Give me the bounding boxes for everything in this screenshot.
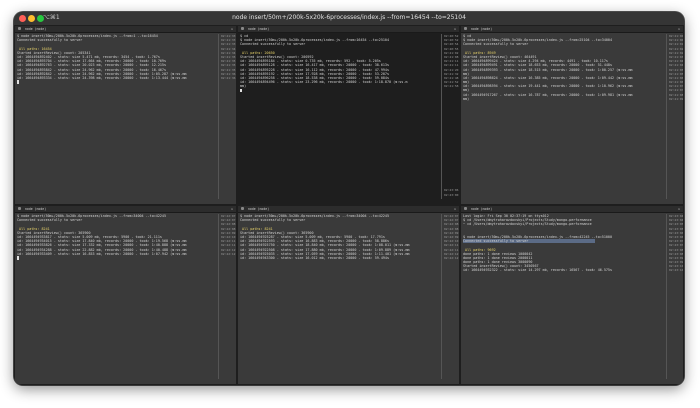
- close-pane-icon[interactable]: ✕: [231, 26, 233, 32]
- timestamp: 02:41:36: [221, 75, 236, 80]
- terminal-pane-top-right[interactable]: node (node) ✕ $ cd $ node insert/50m+/20…: [460, 25, 684, 205]
- timestamp: 02:42:12: [221, 251, 236, 256]
- timestamp: 02:43:07: [669, 243, 684, 248]
- timestamp: 02:42:08: [221, 222, 236, 227]
- output-line: id: 1664494925750 - stats: size 18.840 m…: [240, 243, 410, 248]
- close-pane-icon[interactable]: ✕: [454, 206, 456, 212]
- output-line: mm): [463, 96, 470, 101]
- tab-indicator-icon: [241, 207, 244, 210]
- terminal-output: Last login: Fri Sep 30 02:37:19 on ttys0…: [463, 214, 661, 384]
- close-pane-icon[interactable]: ✕: [678, 26, 680, 32]
- terminal-pane-bottom-right[interactable]: node (node) ✕ Last login: Fri Sep 30 02:…: [460, 205, 684, 385]
- timestamp-column: 02:43:04 02:43:04 02:43:05 02:43:05 02:4…: [666, 214, 684, 379]
- prompt-line[interactable]: [240, 88, 438, 93]
- close-pane-icon[interactable]: ✕: [678, 206, 680, 212]
- timestamp-column: 02:41:00 02:41:00 02:41:01 02:41:02 02:4…: [666, 34, 684, 199]
- pane-tab-label[interactable]: node (node): [248, 26, 269, 32]
- timestamp: 02:41:09: [669, 96, 684, 101]
- timestamp: 02:42:11: [221, 243, 236, 248]
- timestamp: 02:43:06: [444, 188, 459, 193]
- timestamp-column: 02:40:52 02:40:52 02:40:54 02:40:55 02:4…: [441, 34, 459, 199]
- timestamp: 02:42:12: [444, 255, 459, 260]
- pane-tab-label[interactable]: node (node): [25, 26, 46, 32]
- terminal-output: $ cd $ node insert/50m+/200k-5x20k-6proc…: [240, 34, 438, 204]
- title-bar: ⌥⌘1 node insert/50m+/200k-5x20k-6process…: [14, 12, 684, 26]
- window-title: node insert/50m+/200k-5x20k-6processes/i…: [232, 14, 466, 21]
- close-pane-icon[interactable]: ✕: [454, 26, 456, 32]
- timestamp: 02:41:58: [444, 84, 459, 89]
- output-line: id: 1664494943300 - stats: size 16.012 m…: [240, 255, 390, 260]
- prompt-line[interactable]: [17, 256, 217, 260]
- tab-indicator-icon: [464, 27, 467, 30]
- tab-indicator-icon: [18, 207, 21, 210]
- tab-indicator-icon: [18, 27, 21, 30]
- terminal-pane-top-left[interactable]: node (node) ✕ $ node insert/50m+/200k-5x…: [14, 25, 237, 205]
- output-line: id: 1664494899393 - stats: size 18.515 m…: [463, 67, 633, 72]
- terminal-pane-bottom-middle[interactable]: node (node) ✕ $ node insert/50m+/200k-5x…: [237, 205, 460, 385]
- pane-tab-bar: node (node) ✕: [461, 26, 683, 33]
- timestamp: 02:41:11: [444, 63, 459, 68]
- timestamp: 02:41:35: [221, 63, 236, 68]
- timestamp: 02:41:33: [221, 42, 236, 47]
- terminal-cursor: [17, 80, 19, 84]
- output-line: id: 1664494917267 - stats: size 16.787 m…: [463, 92, 633, 97]
- tab-indicator-icon: [464, 207, 467, 210]
- timestamp: 02:42:08: [444, 222, 459, 227]
- pane-tab-bar: node (node) ✕: [461, 206, 683, 213]
- terminal-pane-top-middle[interactable]: node (node) ✕ $ cd $ node insert/50m+/20…: [237, 25, 460, 205]
- pane-tab-label[interactable]: node (node): [248, 206, 269, 212]
- pane-tab-bar: node (node) ✕: [15, 26, 236, 33]
- pane-tab-bar: node (node) ✕: [238, 206, 459, 213]
- terminal-pane-bottom-left[interactable]: node (node) ✕ $ node insert/50m+/200k-5x…: [14, 205, 237, 385]
- terminal-output: $ node insert/50m+/200k-5x20k-6processes…: [240, 214, 438, 384]
- timestamp-column: 02:42:07 02:42:07 02:42:08 02:42:08 02:4…: [218, 214, 236, 379]
- timestamp: 02:41:01: [669, 42, 684, 47]
- timestamp: 02:41:04: [669, 63, 684, 68]
- timestamp: 02:43:00: [444, 192, 459, 197]
- pane-tab-label[interactable]: node (node): [471, 206, 492, 212]
- terminal-cursor: [240, 88, 242, 93]
- timestamp: 02:41:07: [669, 88, 684, 93]
- output-line: id: 1664494898594 - stats: size 19.441 m…: [463, 84, 633, 89]
- pane-tab-bar: node (node) ✕: [15, 206, 236, 213]
- output-line: id: 1664494898624 - stats: size 16.385 m…: [463, 75, 633, 80]
- terminal-output: $ node insert/50m+/200k-5x20k-6processes…: [17, 214, 217, 384]
- prompt-line[interactable]: [17, 80, 217, 84]
- pane-tab-label[interactable]: node (node): [471, 26, 492, 32]
- timestamp: 02:43:10: [669, 268, 684, 273]
- terminal-window: ⌥⌘1 node insert/50m+/200k-5x20k-6process…: [14, 12, 684, 385]
- terminal-output: $ cd $ node insert/50m+/200k-5x20k-6proc…: [463, 34, 661, 204]
- timestamp-column: 02:41:33 02:41:33 02:41:33 02:41:34 02:4…: [218, 34, 236, 199]
- timestamp: 02:40:54: [444, 42, 459, 47]
- output-line: id: 1664494932322 - stats: size 14.297 m…: [463, 268, 613, 273]
- terminal-output: $ node insert/50m+/200k-5x20k-6processes…: [17, 34, 217, 204]
- tab-indicator-icon: [241, 27, 244, 30]
- pane-tab-label[interactable]: node (node): [25, 206, 46, 212]
- timestamp: 02:42:11: [444, 243, 459, 248]
- close-pane-icon[interactable]: ✕: [231, 206, 233, 212]
- timestamp: 02:43:05: [669, 222, 684, 227]
- pane-tab-bar: node (node) ✕: [238, 26, 459, 33]
- terminal-cursor: [17, 256, 19, 260]
- timestamp-column: 02:42:07 02:42:07 02:42:08 02:42:08 02:4…: [441, 214, 459, 379]
